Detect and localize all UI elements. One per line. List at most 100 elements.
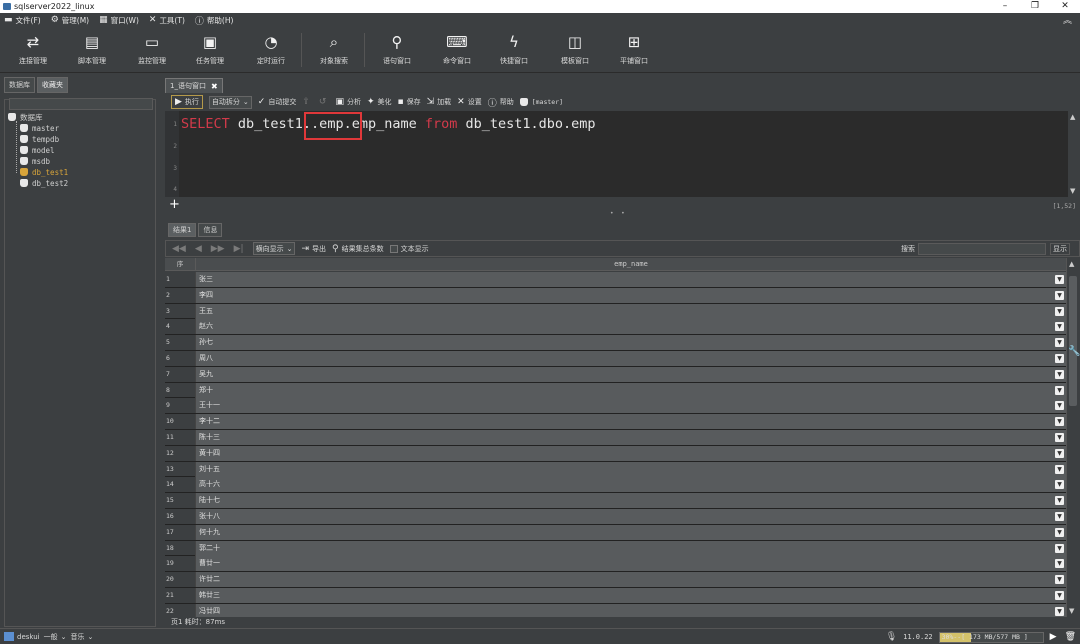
cell-dropdown-icon[interactable]: ▼ (1055, 338, 1064, 348)
beautify-button[interactable]: ✦ 美化 (367, 97, 392, 107)
cell-dropdown-icon[interactable]: ▼ (1055, 369, 1064, 379)
table-row[interactable]: 12 黄十四 ▼ (165, 445, 1066, 462)
rollback-button[interactable]: ↺ (319, 97, 330, 107)
cell-emp-name[interactable]: 冯廿四 (195, 603, 1066, 617)
toolbar-monitor[interactable]: ▭ 监控管理 (127, 31, 177, 66)
toolbar-connect[interactable]: ⇄ 连接管理 (8, 31, 58, 66)
settings-button[interactable]: ✕ 设置 (457, 97, 482, 107)
splitter-handle[interactable]: • • (610, 210, 625, 217)
table-row[interactable]: 1 张三 ▼ (165, 272, 1066, 288)
toolbar-command-window[interactable]: ⌨ 命令窗口 (432, 31, 482, 66)
autocommit-toggle[interactable]: ✓ 自动提交 (258, 97, 297, 107)
load-button[interactable]: ⇲ 加载 (427, 97, 452, 107)
collapse-icon[interactable]: ︽ (1063, 13, 1072, 26)
cell-dropdown-icon[interactable]: ▼ (1055, 606, 1064, 616)
cell-emp-name[interactable]: 李十二 (195, 414, 1066, 430)
cell-dropdown-icon[interactable]: ▼ (1055, 512, 1064, 521)
add-icon[interactable]: + (169, 197, 180, 212)
cell-emp-name[interactable]: 高十六 (195, 477, 1066, 493)
toolbar-task[interactable]: ▣ 任务管理 (185, 31, 235, 66)
editor-scrollbar[interactable]: ▲ ▼ (1068, 111, 1080, 197)
wrench-icon[interactable]: 🔧 (1068, 346, 1080, 357)
table-row[interactable]: 5 孙七 ▼ (165, 335, 1066, 351)
export-button[interactable]: ⇥ 导出 (301, 244, 326, 254)
column-header-emp-name[interactable]: emp_name (195, 258, 1066, 271)
auto-split-select[interactable]: 自动拆分 ⌄ (208, 95, 252, 109)
cell-dropdown-icon[interactable]: ▼ (1055, 448, 1064, 458)
cell-emp-name[interactable]: 陆十七 (195, 493, 1066, 509)
cell-dropdown-icon[interactable]: ▼ (1055, 322, 1064, 332)
cell-emp-name[interactable]: 郑十 (195, 382, 1066, 398)
scroll-down-icon[interactable]: ▼ (1070, 187, 1075, 195)
cell-emp-name[interactable]: 张十八 (195, 509, 1066, 524)
result-search-input[interactable] (918, 243, 1046, 255)
current-database[interactable]: [master] (519, 98, 563, 106)
scroll-thumb[interactable] (1069, 276, 1077, 406)
cell-emp-name[interactable]: 吴九 (195, 366, 1066, 382)
restore-icon[interactable]: ❐ (1020, 0, 1050, 13)
table-row[interactable]: 3 王五 ▼ (165, 303, 1066, 320)
table-row[interactable]: 10 李十二 ▼ (165, 414, 1066, 430)
toolbar-template-window[interactable]: ◫ 模板窗口 (550, 31, 600, 66)
memory-usage[interactable]: 30%--[ 173 MB/577 MB ] (938, 631, 1044, 643)
cell-dropdown-icon[interactable]: ▼ (1055, 527, 1064, 537)
cell-emp-name[interactable]: 许廿二 (195, 572, 1066, 588)
tab-result1[interactable]: 结果1 (168, 223, 197, 237)
show-button[interactable]: 显示 (1050, 243, 1070, 255)
toolbar-tile-window[interactable]: ⊞ 平铺窗口 (609, 31, 659, 66)
cell-dropdown-icon[interactable]: ▼ (1055, 543, 1064, 553)
scroll-down-icon[interactable]: ▼ (1069, 607, 1074, 615)
cell-dropdown-icon[interactable]: ▼ (1055, 496, 1064, 506)
table-row[interactable]: 14 高十六 ▼ (165, 477, 1066, 494)
close-icon[interactable]: ✕ (1050, 0, 1080, 13)
cell-emp-name[interactable]: 郭二十 (195, 540, 1066, 556)
cell-dropdown-icon[interactable]: ▼ (1055, 385, 1064, 395)
microphone-icon[interactable]: 🎙 (886, 632, 897, 642)
help-button[interactable]: ⓘ 帮助 (488, 96, 514, 109)
table-row[interactable]: 17 何十九 ▼ (165, 524, 1066, 541)
last-page-button[interactable]: ▶| (234, 244, 247, 254)
close-tab-icon[interactable]: ✖ (211, 82, 218, 91)
trash-icon[interactable]: 🗑 (1065, 632, 1076, 642)
table-row[interactable]: 13 刘十五 ▼ (165, 461, 1066, 478)
toolbar-schedule[interactable]: ◔ 定时运行 (246, 31, 296, 66)
cell-dropdown-icon[interactable]: ▼ (1055, 275, 1064, 284)
toolbar-quick-window[interactable]: ϟ 快捷窗口 (489, 31, 539, 66)
table-row[interactable]: 7 吴九 ▼ (165, 366, 1066, 383)
tree-node-tempdb[interactable]: tempdb (20, 134, 59, 144)
commit-button[interactable]: ⇪ (302, 97, 313, 107)
menu-window[interactable]: ▦ 窗口(W) (99, 15, 139, 26)
table-row[interactable]: 18 郭二十 ▼ (165, 540, 1066, 557)
cell-emp-name[interactable]: 孙七 (195, 335, 1066, 351)
sql-editor[interactable]: 1 2 3 4 SELECT db_test1..emp.emp_name fr… (165, 111, 1080, 197)
cell-dropdown-icon[interactable]: ▼ (1055, 480, 1064, 490)
cell-dropdown-icon[interactable]: ▼ (1055, 401, 1064, 411)
user-indicator[interactable]: deskui (4, 632, 40, 641)
tab-database[interactable]: 数据库 (4, 77, 35, 93)
cell-dropdown-icon[interactable]: ▼ (1055, 591, 1064, 600)
menu-manage[interactable]: ⚙ 管理(M) (51, 15, 89, 26)
sql-code[interactable]: SELECT db_test1..emp.emp_name from db_te… (181, 116, 596, 132)
prev-page-button[interactable]: ◀ (195, 244, 205, 254)
scroll-up-icon[interactable]: ▲ (1070, 113, 1075, 121)
tab-info[interactable]: 信息 (198, 223, 223, 237)
cell-dropdown-icon[interactable]: ▼ (1055, 417, 1064, 427)
table-row[interactable]: 6 周八 ▼ (165, 351, 1066, 367)
minimize-icon[interactable]: – (990, 0, 1020, 13)
cell-emp-name[interactable]: 刘十五 (195, 461, 1066, 477)
cell-emp-name[interactable]: 何十九 (195, 524, 1066, 540)
toolbar-statement-window[interactable]: ⚲ 语句窗口 (372, 31, 422, 66)
table-row[interactable]: 4 赵六 ▼ (165, 319, 1066, 336)
menu-tools[interactable]: ✕ 工具(T) (149, 15, 185, 26)
count-button[interactable]: ⚲ 结果集总条数 (332, 244, 384, 254)
menu-help[interactable]: ⓘ 帮助(H) (195, 14, 234, 27)
tree-node-msdb[interactable]: msdb (20, 156, 50, 166)
cell-emp-name[interactable]: 赵六 (195, 319, 1066, 335)
tab-favorites[interactable]: 收藏夹 (37, 77, 68, 93)
play-icon[interactable]: ▶ (1050, 632, 1057, 642)
scroll-up-icon[interactable]: ▲ (1069, 260, 1074, 268)
view-mode-select[interactable]: 横向显示 ⌄ (252, 242, 296, 255)
cell-emp-name[interactable]: 陈十三 (195, 430, 1066, 445)
toolbar-script[interactable]: ▤ 脚本管理 (67, 31, 117, 66)
tree-node-db-test1[interactable]: db_test1 (20, 167, 68, 177)
